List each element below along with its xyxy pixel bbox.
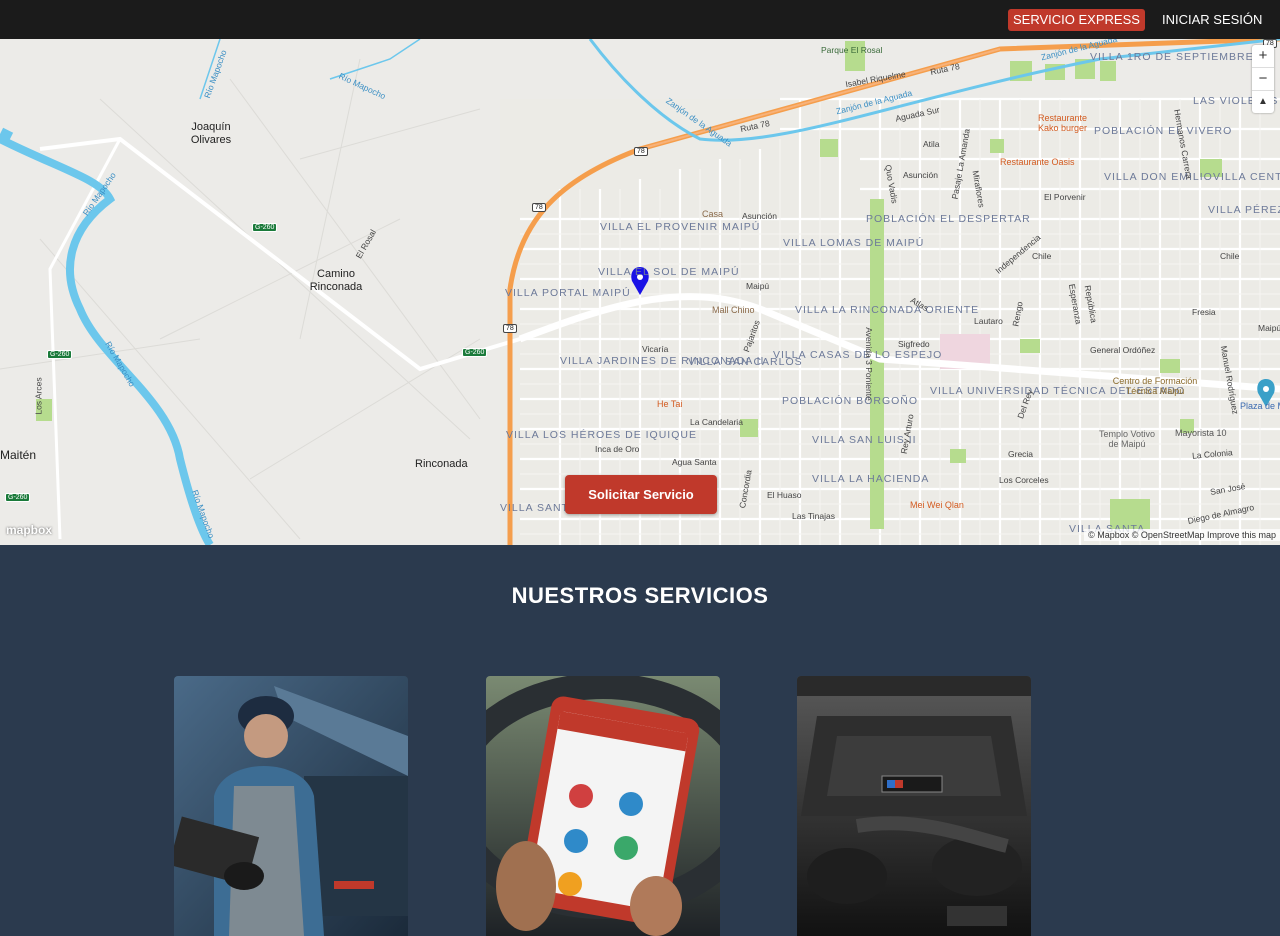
map-street-candelaria: La Candelaria (690, 417, 743, 427)
servicio-express-button[interactable]: SERVICIO EXPRESS (1008, 9, 1145, 31)
map-place-borgono: POBLACIÓN BORGOÑO (782, 395, 919, 407)
mapbox-logo[interactable]: mapbox (6, 523, 52, 537)
zoom-in-button[interactable]: + (1252, 45, 1274, 68)
map-place-rinconada: VILLA LA RINCONADA ORIENTE (795, 304, 980, 316)
mechanic-photo-icon (174, 676, 408, 936)
map-street-ordonez: General Ordóñez (1090, 345, 1156, 355)
map-street-lautaro: Lautaro (974, 316, 1003, 326)
road-shield-g260b: G-260 (47, 350, 73, 359)
map-street-maipu2: Maipú (1258, 323, 1280, 333)
map-place-despertar: POBLACIÓN EL DESPERTAR (866, 213, 1031, 225)
road-shield-g260c: G-260 (462, 348, 488, 357)
service-card-diagnostics[interactable] (486, 676, 720, 936)
iniciar-sesion-link[interactable]: INICIAR SESIÓN (1162, 9, 1262, 31)
map-place-vivero: POBLACIÓN EL VIVERO (1094, 125, 1233, 137)
map-poi-centro: Centro de Formación Técnica Maipú (1112, 376, 1198, 396)
road-shield-78b: 78 (532, 203, 546, 212)
solicitar-servicio-button[interactable]: Solicitar Servicio (565, 475, 717, 514)
service-card-engine[interactable] (797, 676, 1031, 936)
zoom-out-button[interactable]: − (1252, 68, 1274, 91)
road-shield-g260a: G-260 (252, 223, 278, 232)
map-street-huaso: El Huaso (767, 490, 802, 500)
road-shield-78c: 78 (503, 324, 517, 333)
map-label-rinconada: Rinconada (415, 458, 468, 470)
map-place-casas: VILLA CASAS DE LO ESPEJO (773, 349, 943, 361)
compass-button[interactable]: ▲ (1252, 91, 1274, 113)
map-poi-mall: Mall Chino (712, 305, 755, 315)
map-label-maiten: Maitén (0, 448, 37, 462)
map-label-joaquin: Joaquín Olivares (190, 121, 232, 146)
map-street-asuncion2: Asunción (903, 170, 938, 180)
map-zoom-controls: + − ▲ (1252, 45, 1274, 113)
map-poi-plaza: Plaza de M (1240, 401, 1280, 411)
map-poi-meiwei: Mei Wei Qlan (910, 500, 964, 510)
map-poi-kako: Restaurante Kako burger (1038, 113, 1088, 133)
map-poi-oasis: Restaurante Oasis (1000, 157, 1075, 167)
map-place-provenir: VILLA EL PROVENIR MAIPÚ (600, 221, 761, 233)
services-title: NUESTROS SERVICIOS (511, 583, 769, 608)
map-street-avenida3p: Avenida 3 Poniente (863, 327, 874, 401)
map-street-grecia: Grecia (1008, 449, 1034, 459)
tablet-diagnostic-photo-icon (486, 676, 720, 936)
map-street-sigfredo: Sigfredo (898, 339, 930, 349)
services-section: NUESTROS SERVICIOS (0, 545, 1280, 936)
map-street-atila: Atila (923, 139, 940, 149)
top-nav-bar: SERVICIO EXPRESS INICIAR SESIÓN (0, 0, 1280, 39)
map-street-porvenir: El Porvenir (1044, 192, 1086, 202)
map-view[interactable]: Joaquín Olivares Camino Rinconada Rincon… (0, 39, 1280, 545)
service-card-mechanic[interactable] (174, 676, 408, 936)
map-place-hacienda: VILLA LA HACIENDA (812, 473, 930, 485)
map-place-don-emilio: VILLA DON EMILIO (1104, 171, 1213, 183)
map-street-fresia: Fresia (1192, 307, 1216, 317)
map-poi-templo: Templo Votivo de Maipú (1098, 429, 1156, 449)
map-street-corceles: Los Corceles (999, 475, 1049, 485)
map-street-inca: Inca de Oro (595, 444, 640, 454)
map-place-heroes: VILLA LOS HÉROES DE IQUIQUE (506, 429, 697, 441)
road-shield-g260d: G-260 (5, 493, 31, 502)
map-place-portal: VILLA PORTAL MAIPÚ (505, 287, 631, 299)
map-place-1ro: VILLA 1RO DE SEPTIEMBRE (1090, 51, 1254, 63)
road-shield-78a: 78 (634, 147, 648, 156)
map-place-perez: VILLA PÉREZ CANTO (1208, 204, 1280, 216)
map-street-vicaria: Vicaría (642, 344, 669, 354)
map-label-los-arces: Los Arces (33, 377, 44, 415)
map-street-agua-santa: Agua Santa (672, 457, 717, 467)
map-street-asuncion: Asunción (742, 211, 777, 221)
engine-photo-icon (797, 676, 1031, 936)
map-place-lomas: VILLA LOMAS DE MAIPÚ (783, 237, 925, 249)
map-label-camino: Camino Rinconada (309, 268, 363, 293)
map-street-tinajas: Las Tinajas (792, 511, 835, 521)
map-attribution[interactable]: © Mapbox © OpenStreetMap Improve this ma… (1084, 529, 1280, 541)
map-poi-mayorista: Mayorista 10 (1175, 428, 1227, 438)
map-poi-casa: Casa (702, 209, 724, 219)
map-label-parque: Parque El Rosal (821, 45, 883, 55)
map-place-sol: VILLA EL SOL DE MAIPÚ (598, 266, 740, 278)
map-street-chile2: Chile (1220, 251, 1240, 261)
map-street-chile1: Chile (1032, 251, 1052, 261)
map-poi-hetai: He Tai (657, 399, 683, 409)
map-street-maipu: Maipú (746, 281, 770, 291)
map-place-centenario: VILLA CENTENARIO (1213, 171, 1280, 183)
